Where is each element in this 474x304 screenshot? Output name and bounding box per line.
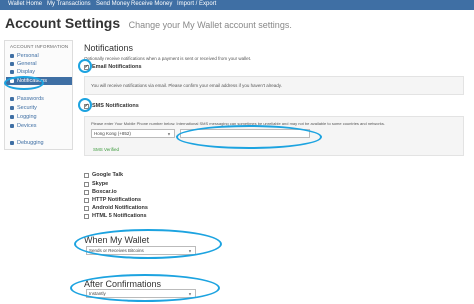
skype-checkbox[interactable] (84, 181, 89, 187)
annotation-circle-phone-input (176, 125, 322, 149)
sms-verified-status: SMS Verified (93, 147, 120, 152)
annotation-circle-when-wallet (74, 229, 222, 259)
sidebar-item-label: Security (17, 105, 37, 111)
sidebar-item-general[interactable]: General (6, 60, 72, 68)
page-subtitle: Change your My Wallet account settings. (128, 20, 292, 30)
sidebar-item-label: Display (17, 69, 36, 75)
boxcar-checkbox[interactable] (84, 189, 89, 195)
http-notifications-checkbox[interactable] (84, 197, 89, 203)
google-talk-label: Google Talk (92, 172, 124, 178)
sidebar-item-label: General (17, 61, 37, 67)
email-notifications-label: Email Notifications (92, 64, 142, 70)
google-talk-row: Google Talk (84, 172, 123, 178)
email-notifications-row: ✓ Email Notifications (84, 64, 142, 70)
android-notifications-checkbox[interactable] (84, 205, 89, 211)
page-title: Account Settings (5, 15, 121, 31)
country-select-value: Hong Kong (+852) (94, 131, 131, 136)
html5-notifications-label: HTML 5 Notifications (92, 213, 147, 219)
annotation-circle-notifications (4, 76, 44, 90)
display-icon (10, 70, 14, 74)
sidebar-item-security[interactable]: Security (6, 104, 72, 112)
skype-label: Skype (92, 181, 109, 187)
sidebar-item-display[interactable]: Display (6, 68, 72, 76)
sidebar-item-devices[interactable]: Devices (6, 122, 72, 130)
sidebar-heading: ACCOUNT INFORMATION (10, 44, 69, 49)
wrench-icon (10, 62, 14, 66)
nav-import-export[interactable]: Import / Export (177, 1, 216, 7)
bug-icon (10, 141, 14, 145)
sidebar-item-logging[interactable]: Logging (6, 113, 72, 121)
chevron-down-icon: ▼ (167, 131, 171, 136)
page-header: Account Settings Change your My Wallet a… (5, 15, 292, 33)
key-icon (10, 97, 14, 101)
html5-notifications-checkbox[interactable] (84, 213, 89, 219)
http-notifications-label: HTTP Notifications (92, 197, 142, 203)
nav-send-money[interactable]: Send Money (96, 1, 130, 7)
device-icon (10, 124, 14, 128)
lock-icon (10, 106, 14, 110)
annotation-circle-email-checkbox (78, 59, 92, 73)
android-notifications-label: Android Notifications (92, 205, 148, 211)
sms-notifications-label: SMS Notifications (92, 103, 139, 109)
nav-my-transactions[interactable]: My Transactions (47, 1, 91, 7)
sidebar-item-label: Logging (17, 114, 37, 120)
boxcar-row: Boxcar.io (84, 189, 117, 195)
settings-sidebar: ACCOUNT INFORMATION Personal General Dis… (4, 40, 73, 150)
sidebar-item-label: Devices (17, 123, 37, 129)
sidebar-item-debugging[interactable]: Debugging (6, 139, 72, 147)
http-notifications-row: HTTP Notifications (84, 197, 141, 203)
notifications-description: Optionally receive notifications when a … (84, 56, 252, 61)
annotation-circle-after-confirmations (70, 274, 220, 302)
sidebar-item-label: Debugging (17, 140, 44, 146)
country-select[interactable]: Hong Kong (+852) ▼ (91, 129, 175, 138)
annotation-circle-sms-checkbox (78, 98, 92, 112)
nav-wallet-home[interactable]: Wallet Home (8, 1, 42, 7)
user-icon (10, 54, 14, 58)
android-notifications-row: Android Notifications (84, 205, 148, 211)
sidebar-item-passwords[interactable]: Passwords (6, 95, 72, 103)
top-navbar: Wallet Home My Transactions Send Money R… (0, 0, 474, 10)
list-icon (10, 115, 14, 119)
email-notifications-panel: You will receive notifications via email… (84, 76, 464, 95)
skype-row: Skype (84, 181, 108, 187)
nav-receive-money[interactable]: Receive Money (131, 1, 172, 7)
sidebar-item-personal[interactable]: Personal (6, 52, 72, 60)
boxcar-label: Boxcar.io (92, 189, 117, 195)
sidebar-item-label: Personal (17, 53, 39, 59)
email-notifications-note: You will receive notifications via email… (91, 83, 282, 88)
sms-notifications-row: ✓ SMS Notifications (84, 103, 139, 109)
sidebar-item-label: Passwords (17, 96, 44, 102)
html5-notifications-row: HTML 5 Notifications (84, 213, 147, 219)
google-talk-checkbox[interactable] (84, 172, 89, 178)
notifications-title: Notifications (84, 43, 134, 53)
